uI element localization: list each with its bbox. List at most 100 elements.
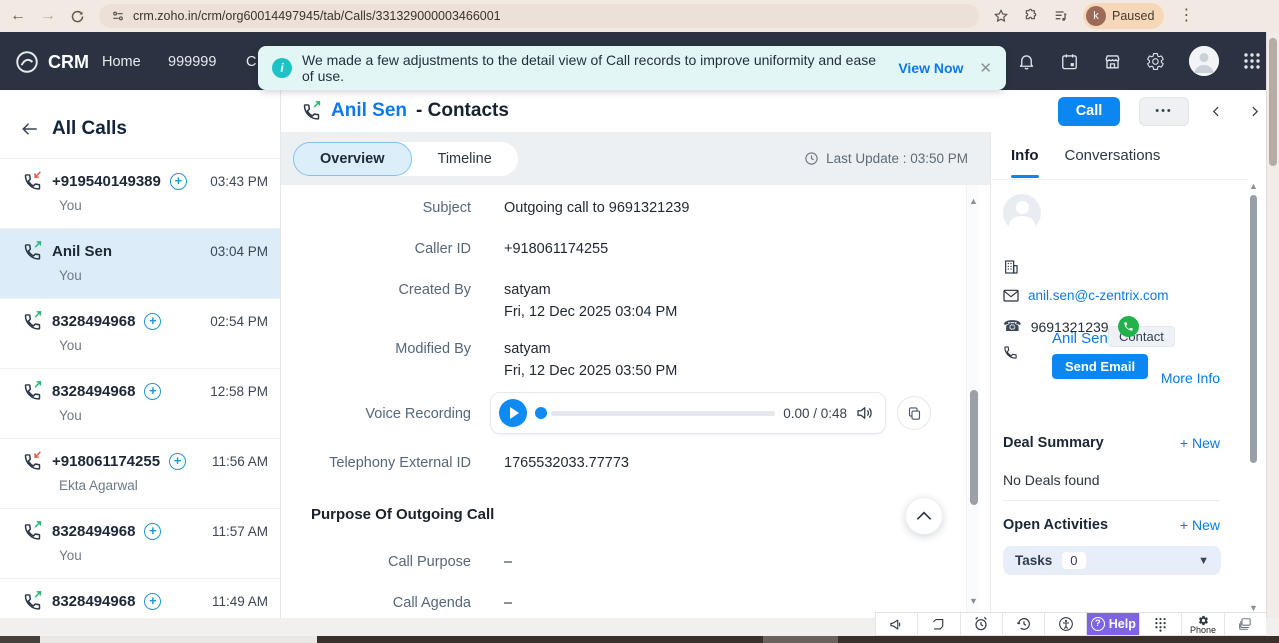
- tab-conversations[interactable]: Conversations: [1065, 147, 1161, 164]
- call-time: 03:43 PM: [210, 174, 268, 189]
- add-contact-icon[interactable]: +: [144, 593, 161, 610]
- scroll-to-top-button[interactable]: [905, 497, 943, 535]
- panel-scrollbar-thumb[interactable]: [1250, 195, 1257, 463]
- bookmark-star-icon[interactable]: [993, 8, 1009, 24]
- settings-gear-icon[interactable]: [1146, 52, 1165, 71]
- contact-email-link[interactable]: anil.sen@c-zentrix.com: [1028, 288, 1169, 303]
- apps-grid-icon[interactable]: [1243, 52, 1261, 70]
- strip-segment: [763, 636, 838, 643]
- help-button[interactable]: ? Help: [1087, 613, 1140, 635]
- tab-overview[interactable]: Overview: [293, 142, 412, 176]
- call-list-item[interactable]: 8328494968 + 02:54 PM You: [0, 298, 280, 368]
- browser-forward-icon[interactable]: →: [40, 8, 56, 24]
- panel-divider: [1003, 500, 1220, 501]
- marketplace-icon[interactable]: [1103, 52, 1122, 71]
- seek-handle[interactable]: [535, 407, 547, 419]
- nav-item-home[interactable]: Home: [102, 54, 141, 70]
- view-now-link[interactable]: View Now: [898, 60, 963, 76]
- click-to-call-icon[interactable]: [1118, 316, 1139, 337]
- scrollbar-down-icon[interactable]: ▼: [969, 597, 978, 606]
- reminders-alarm-icon[interactable]: [961, 613, 1003, 635]
- no-deals-text: No Deals found: [1003, 472, 1100, 488]
- call-number: 8328494968: [52, 523, 135, 540]
- open-activities-title: Open Activities: [1003, 517, 1108, 533]
- add-contact-icon[interactable]: +: [144, 313, 161, 330]
- scrollbar-up-icon[interactable]: ▲: [969, 197, 978, 206]
- calendar-icon[interactable]: [1060, 52, 1079, 71]
- back-arrow-icon[interactable]: [20, 120, 40, 138]
- send-email-button[interactable]: Send Email: [1052, 354, 1148, 379]
- more-actions-button[interactable]: •••: [1139, 97, 1189, 126]
- last-update-status: Last Update : 03:50 PM: [804, 151, 968, 166]
- page-scrollbar-thumb[interactable]: [1269, 38, 1277, 166]
- call-list-item-selected[interactable]: Anil Sen 03:04 PM You: [0, 228, 280, 298]
- volume-icon[interactable]: [855, 404, 873, 422]
- browser-profile-button[interactable]: k Paused: [1083, 3, 1164, 29]
- announcements-megaphone-icon[interactable]: [876, 613, 918, 635]
- banner-close-icon[interactable]: ✕: [979, 59, 992, 77]
- desk-phone-icon: ☎: [1003, 319, 1022, 334]
- browser-menu-icon[interactable]: ⋮: [1178, 8, 1194, 24]
- field-label: Created By: [281, 282, 471, 320]
- audio-time: 0.00 / 0:48: [783, 406, 847, 421]
- seek-track[interactable]: [551, 411, 775, 416]
- more-info-link[interactable]: More Info: [1161, 370, 1220, 386]
- media-controls-icon[interactable]: [1053, 8, 1069, 24]
- browser-reload-icon[interactable]: [70, 9, 85, 24]
- tasks-count-badge: 0: [1062, 552, 1085, 569]
- copies-stack-icon[interactable]: [1225, 613, 1266, 635]
- panel-scrollbar-up-icon[interactable]: ▲: [1249, 182, 1258, 191]
- phone-row: ☎ 9691321239: [1003, 316, 1139, 337]
- user-avatar[interactable]: [1189, 46, 1219, 76]
- field-label: Call Purpose: [281, 554, 471, 570]
- address-bar[interactable]: crm.zoho.in/crm/org60014497945/tab/Calls…: [99, 4, 979, 28]
- zoho-crm-logo[interactable]: CRM: [14, 49, 89, 75]
- call-list-item[interactable]: +918061174255 + 11:56 AM Ekta Agarwal: [0, 438, 280, 508]
- record-contact-link[interactable]: Anil Sen: [331, 100, 407, 122]
- email-row: anil.sen@c-zentrix.com: [1003, 288, 1169, 303]
- field-value-telephony-id: 1765532033.77773: [504, 455, 629, 471]
- call-button[interactable]: Call: [1058, 97, 1120, 126]
- calls-sidebar: All Calls +919540149389 + 03:43 PM You A…: [0, 90, 281, 618]
- tab-timeline[interactable]: Timeline: [412, 142, 518, 176]
- dialpad-icon[interactable]: [1140, 613, 1182, 635]
- previous-record-icon[interactable]: [1206, 100, 1227, 123]
- url-text[interactable]: crm.zoho.in/crm/org60014497945/tab/Calls…: [133, 9, 501, 23]
- call-number: 8328494968: [52, 383, 135, 400]
- detail-scrollbar[interactable]: ▲ ▼: [966, 185, 979, 618]
- phone-settings-button[interactable]: Phone: [1182, 613, 1224, 635]
- signals-icon[interactable]: [918, 613, 960, 635]
- call-list-item[interactable]: +919540149389 + 03:43 PM You: [0, 158, 280, 228]
- new-activity-link[interactable]: + New: [1180, 517, 1220, 533]
- browser-back-icon[interactable]: ←: [10, 8, 26, 24]
- new-deal-link[interactable]: + New: [1180, 435, 1220, 451]
- next-record-icon[interactable]: [1244, 100, 1265, 123]
- accessibility-icon[interactable]: [1045, 613, 1087, 635]
- add-contact-icon[interactable]: +: [170, 173, 187, 190]
- field-label: Subject: [281, 200, 471, 216]
- strip-segment: [40, 636, 317, 643]
- tasks-dropdown[interactable]: Tasks 0 ▼: [1003, 546, 1221, 575]
- play-button[interactable]: [499, 399, 527, 427]
- extensions-icon[interactable]: [1023, 8, 1039, 24]
- add-contact-icon[interactable]: +: [144, 523, 161, 540]
- tab-info[interactable]: Info: [1011, 147, 1039, 164]
- field-label: Telephony External ID: [281, 455, 471, 471]
- field-label: Voice Recording: [281, 406, 471, 422]
- call-time: 03:04 PM: [210, 244, 268, 259]
- copy-recording-icon[interactable]: [897, 396, 931, 430]
- field-value-call-agenda: –: [504, 595, 512, 611]
- field-label: Caller ID: [281, 241, 471, 257]
- scrollbar-thumb[interactable]: [970, 390, 978, 505]
- notifications-bell-icon[interactable]: [1017, 52, 1036, 71]
- add-contact-icon[interactable]: +: [169, 453, 186, 470]
- nav-item-999999[interactable]: 999999: [168, 54, 216, 70]
- add-contact-icon[interactable]: +: [144, 383, 161, 400]
- sidebar-title: All Calls: [52, 118, 127, 140]
- call-list-item[interactable]: 8328494968 + 11:57 AM You: [0, 508, 280, 578]
- recent-history-icon[interactable]: [1003, 613, 1045, 635]
- zoho-crm-screen: ← → crm.zoho.in/crm/org60014497945/tab/C…: [0, 0, 1279, 643]
- site-settings-icon[interactable]: [111, 9, 125, 23]
- nav-item-calls-clipped[interactable]: C: [246, 54, 256, 70]
- call-list-item[interactable]: 8328494968 + 12:58 PM You: [0, 368, 280, 438]
